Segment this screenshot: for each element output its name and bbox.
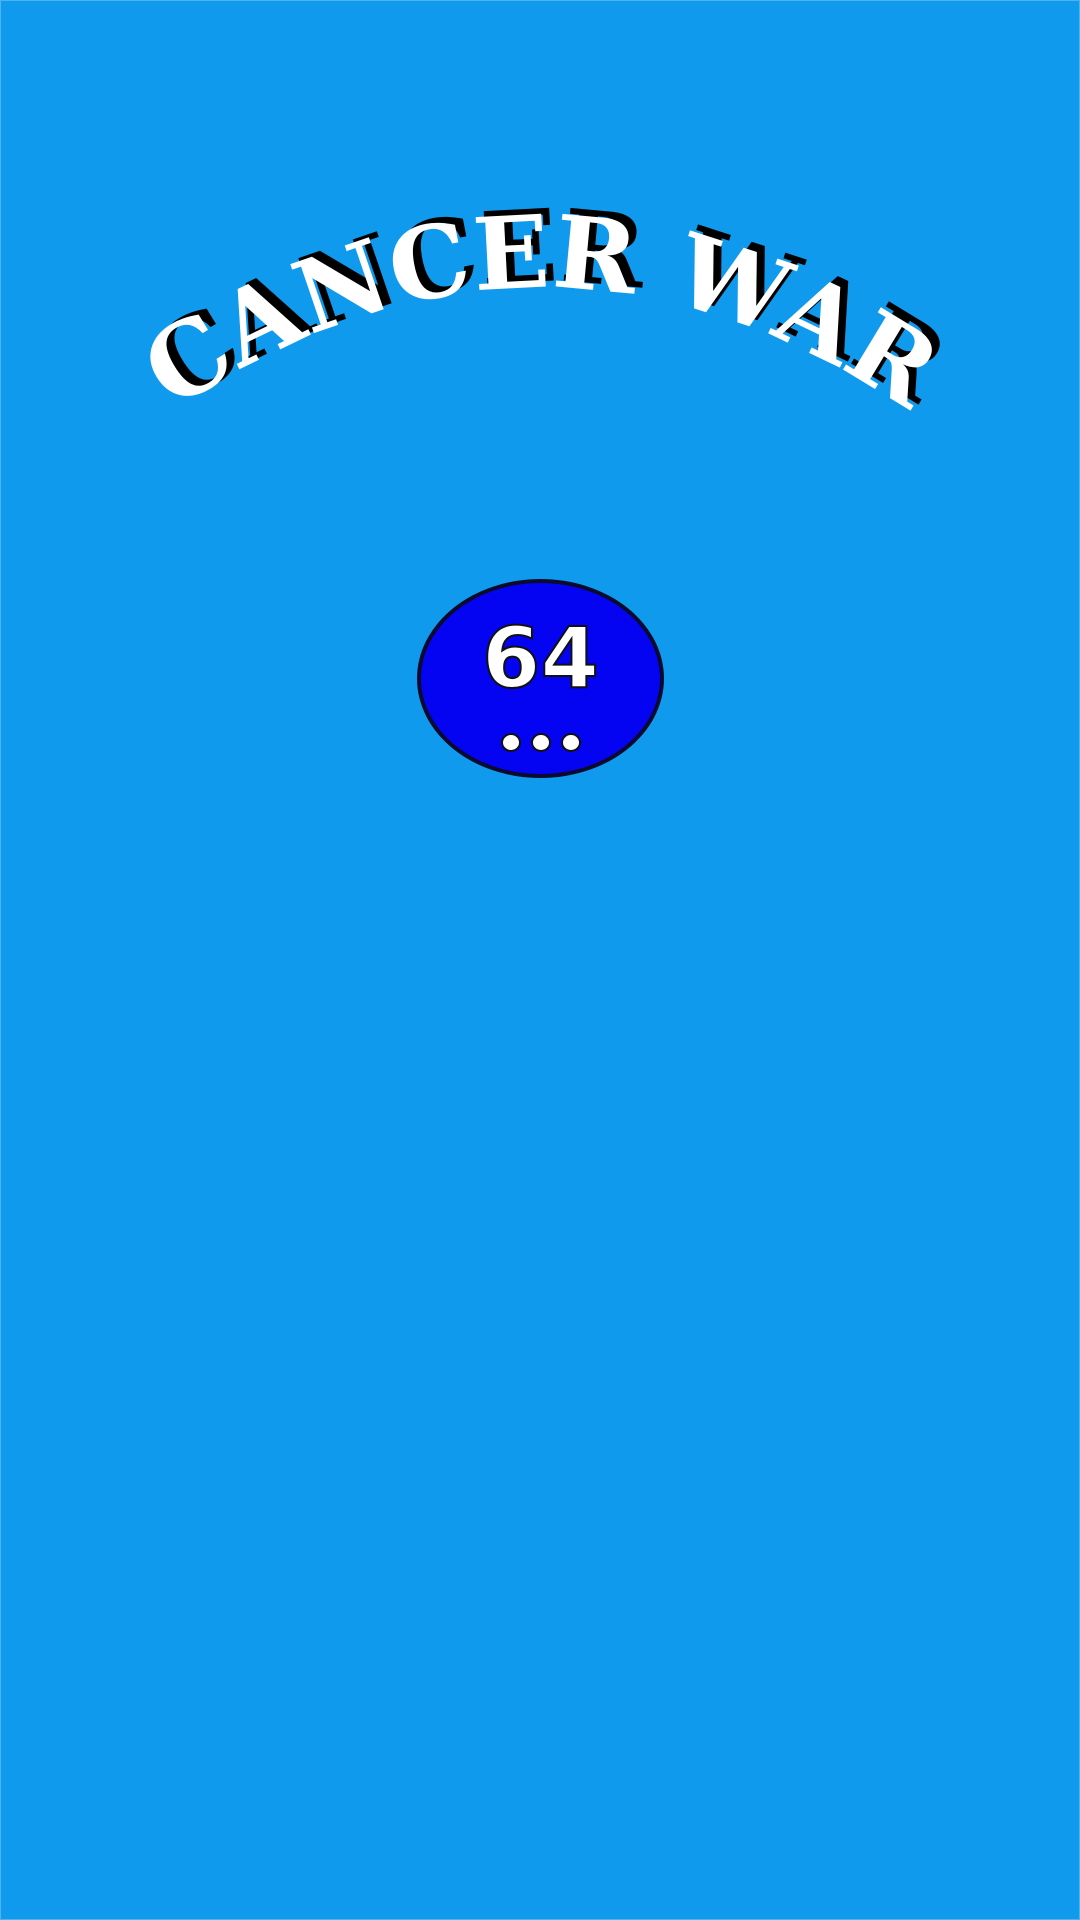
- loading-dot: [560, 733, 581, 752]
- game-screen: CANCER WAR CANCER WAR 64: [0, 0, 1080, 1920]
- level-loading-badge: 64: [417, 579, 664, 778]
- game-title: CANCER WAR: [123, 192, 959, 431]
- loading-dot: [500, 733, 521, 752]
- loading-indicator: [421, 733, 660, 755]
- level-number: 64: [481, 609, 600, 707]
- loading-dot: [530, 733, 551, 752]
- game-title-arc: CANCER WAR CANCER WAR: [123, 186, 967, 431]
